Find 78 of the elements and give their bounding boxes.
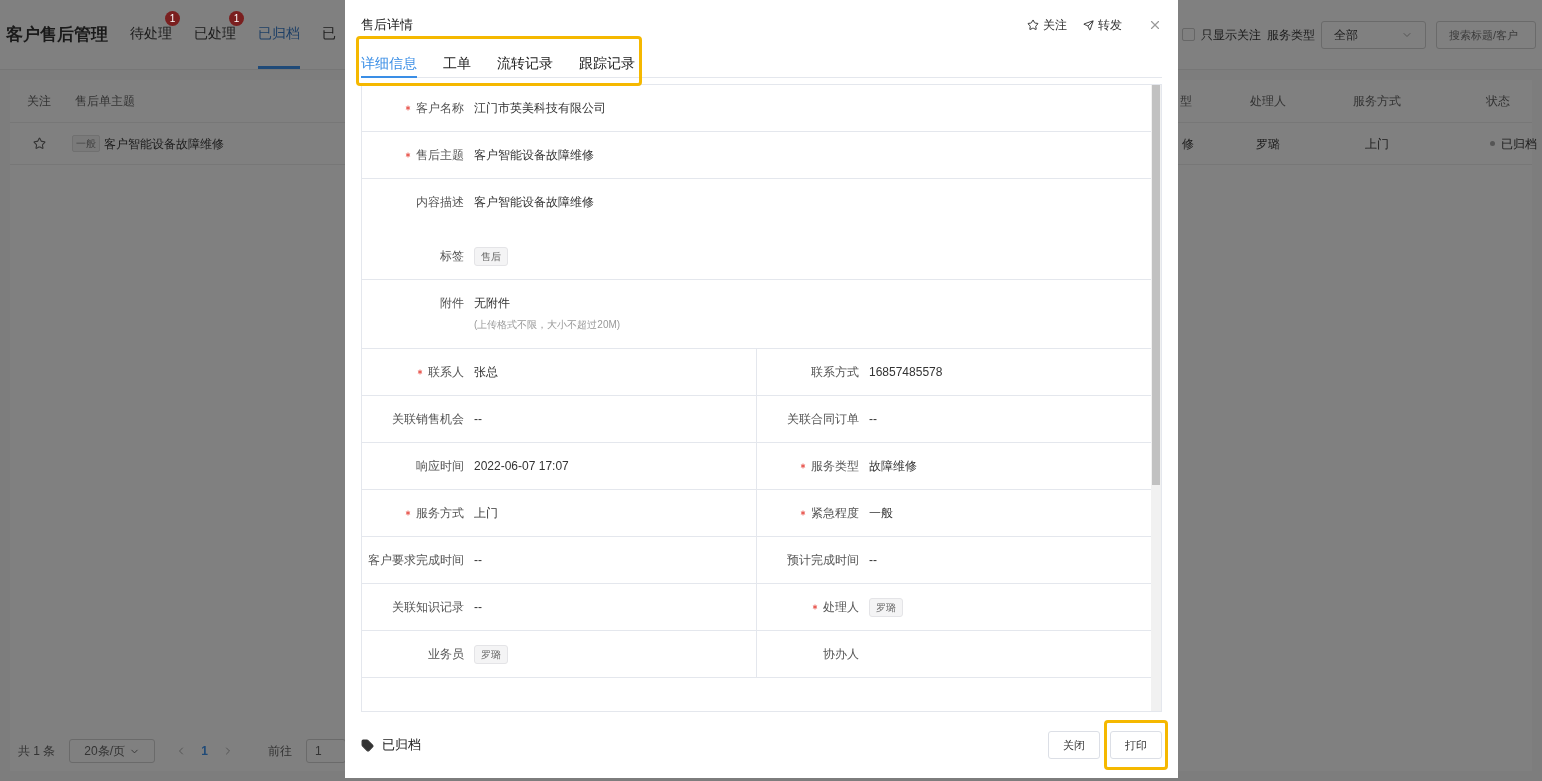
page-number[interactable]: 1	[201, 742, 209, 760]
field-label: 服务方式	[416, 505, 464, 522]
field-label: 联系方式	[811, 364, 859, 381]
tag-label: 罗璐	[869, 598, 903, 617]
field-value: --	[474, 599, 482, 616]
field-value: 客户智能设备故障维修	[474, 147, 594, 164]
follow-button[interactable]: 关注	[1027, 16, 1067, 34]
tab[interactable]: 详细信息	[361, 50, 417, 78]
checkbox[interactable]	[1182, 28, 1195, 41]
column-header: 关注	[27, 93, 51, 110]
column-header: 服务方式	[1353, 93, 1401, 110]
field-label: 标签	[440, 248, 464, 265]
field-value: 16857485578	[869, 364, 943, 381]
footer-button[interactable]: 关闭	[1048, 731, 1100, 759]
field-value: --	[869, 552, 877, 569]
field-label: 客户名称	[416, 100, 464, 117]
count-badge: 1	[229, 11, 244, 26]
table-cell-text: 已归档	[1500, 135, 1537, 153]
tag-label: 罗璐	[474, 645, 508, 664]
footer-button[interactable]: 打印	[1110, 731, 1162, 759]
field-value: 张总	[474, 364, 498, 381]
count-badge: 1	[165, 11, 180, 26]
tab[interactable]: 流转记录	[497, 50, 553, 78]
field-label: 协办人	[823, 646, 859, 663]
field-label: 服务类型	[811, 458, 859, 475]
field-value: 一般	[869, 505, 893, 522]
table-cell-text: 修	[1181, 135, 1195, 153]
page-size-select[interactable]: 20条/页	[69, 739, 156, 763]
field-value: --	[474, 411, 482, 428]
goto-label: 前往	[268, 743, 293, 760]
field-value: --	[474, 552, 482, 569]
field-label: 预计完成时间	[787, 552, 859, 569]
field-label: 联系人	[428, 364, 464, 381]
field-value: 故障维修	[869, 458, 917, 475]
tab[interactable]: 跟踪记录	[579, 50, 635, 78]
field-value: --	[869, 411, 877, 428]
field-label: 业务员	[428, 646, 464, 663]
star-icon	[1027, 19, 1039, 31]
field-label: 处理人	[823, 599, 859, 616]
service-type-select[interactable]: 全部	[1321, 20, 1426, 49]
table-cell-text: 客户智能设备故障维修	[104, 135, 224, 153]
page-title: 客户售后管理	[6, 23, 108, 46]
tab[interactable]: 已归档	[258, 0, 300, 69]
field-label: 内容描述	[416, 194, 464, 211]
hint-text: (上传格式不限，大小不超过20M)	[474, 318, 621, 332]
field-label: 客户要求完成时间	[368, 552, 464, 569]
field-value: 无附件	[474, 295, 511, 312]
column-header: 售后单主题	[75, 93, 135, 110]
field-label: 关联合同订单	[787, 411, 859, 428]
tab[interactable]: 已	[322, 0, 336, 69]
field-value: 上门	[474, 505, 498, 522]
field-value: 客户智能设备故障维修	[474, 194, 594, 211]
field-value: 江门市英美科技有限公司	[474, 100, 606, 117]
field-label: 响应时间	[416, 458, 464, 475]
column-header: 状态	[1486, 93, 1510, 110]
field-label: 售后主题	[416, 147, 464, 164]
search-field[interactable]: 搜索标题/客户	[1436, 20, 1536, 49]
filter-label: 服务类型	[1267, 26, 1315, 44]
column-header: 型	[1180, 93, 1192, 110]
forward-button[interactable]: 转发	[1083, 16, 1122, 34]
close-icon[interactable]	[1148, 18, 1162, 32]
checkbox-label: 只显示关注	[1201, 26, 1261, 44]
field-label: 紧急程度	[811, 505, 859, 522]
field-value: 2022-06-07 17:07	[474, 458, 569, 475]
field-label: 附件	[440, 295, 464, 312]
status-label: 已归档	[382, 736, 421, 755]
field-label: 关联销售机会	[392, 411, 464, 428]
total-count: 共 1 条	[18, 743, 56, 760]
send-icon	[1083, 19, 1094, 31]
dialog-title: 售后详情	[361, 16, 413, 35]
table-cell-text: 罗璐	[1255, 135, 1281, 153]
tab[interactable]: 工单	[443, 50, 471, 78]
table-cell-text: 上门	[1364, 135, 1390, 153]
star-icon[interactable]	[32, 137, 46, 150]
tag-icon	[361, 738, 374, 752]
field-label: 关联知识记录	[392, 599, 464, 616]
column-header: 处理人	[1250, 93, 1286, 110]
tag-label: 售后	[474, 247, 508, 266]
